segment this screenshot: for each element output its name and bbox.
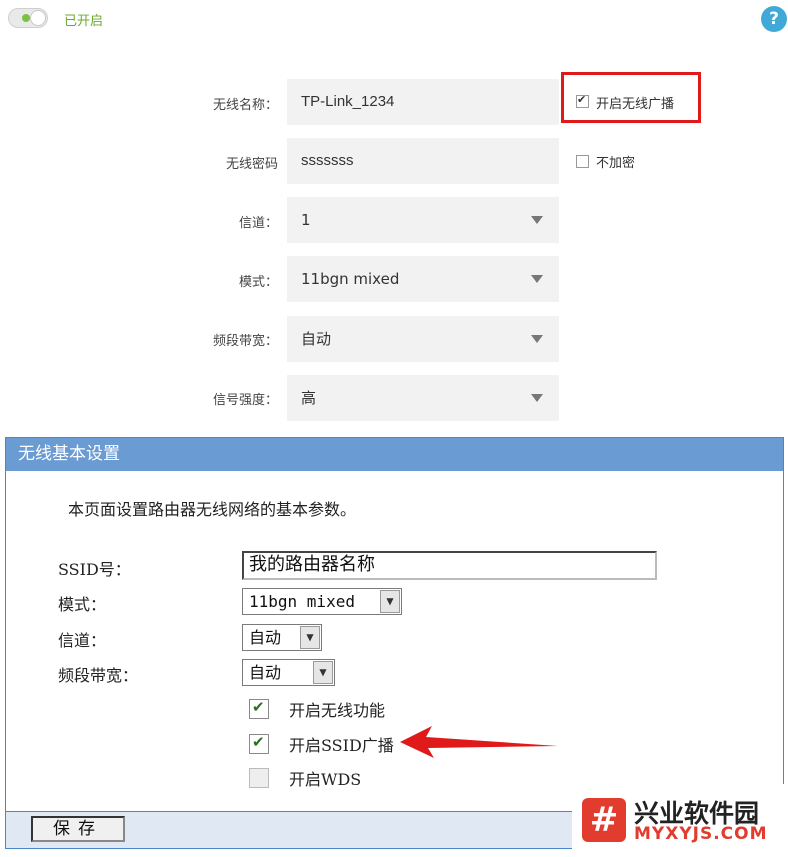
wireless-status-label: 已开启 — [64, 14, 104, 29]
chevron-down-icon — [531, 216, 543, 224]
enable-ssid-broadcast-checkbox[interactable] — [249, 733, 269, 754]
enable-wireless-checkbox[interactable] — [249, 698, 269, 719]
wireless-toggle[interactable] — [8, 8, 48, 28]
toggle-knob — [30, 10, 46, 26]
bandwidth-select-value: 自动 — [249, 663, 282, 682]
password-label: 无线密码 — [225, 157, 278, 172]
ssid-name-input[interactable]: TP-Link_1234 — [287, 79, 559, 125]
chevron-down-icon — [531, 335, 543, 343]
password-input[interactable]: sssssss — [287, 138, 559, 184]
mode-select-value: 11bgn mixed — [249, 592, 355, 611]
bandwidth-select-value: 自动 — [301, 330, 332, 348]
watermark-logo-icon: # — [582, 798, 626, 842]
chevron-down-icon — [531, 394, 543, 402]
channel-label: 信道： — [58, 631, 107, 650]
ssid-input[interactable]: 我的路由器名称 — [242, 551, 657, 580]
mode-select[interactable]: 11bgn mixed ▼ — [242, 588, 402, 615]
enable-ssid-broadcast-label: 开启SSID广播 — [289, 736, 394, 755]
mode-label: 模式： — [238, 275, 278, 290]
ssid-label: SSID号： — [58, 560, 131, 579]
bandwidth-label: 频段带宽： — [212, 334, 278, 349]
bandwidth-select[interactable]: 自动 ▼ — [242, 659, 335, 686]
chevron-down-icon[interactable]: ▼ — [313, 661, 333, 684]
panel-description: 本页面设置路由器无线网络的基本参数。 — [68, 500, 357, 519]
mode-label: 模式： — [58, 595, 107, 614]
broadcast-label: 开启无线广播 — [596, 97, 675, 112]
ssid-name-label: 无线名称： — [212, 98, 278, 113]
no-encrypt-label: 不加密 — [596, 156, 636, 171]
bandwidth-label: 频段带宽： — [58, 666, 139, 685]
channel-select-value: 自动 — [249, 628, 282, 647]
toggle-indicator-dot — [22, 14, 30, 22]
mode-select[interactable]: 11bgn mixed — [287, 256, 559, 302]
enable-wireless-label: 开启无线功能 — [289, 701, 386, 720]
chevron-down-icon — [531, 275, 543, 283]
mode-select-value: 11bgn mixed — [301, 270, 400, 288]
red-arrow-icon — [400, 726, 558, 758]
broadcast-checkbox[interactable] — [576, 93, 589, 108]
watermark-url: MYXYJS.COM — [634, 824, 768, 844]
enable-wds-label: 开启WDS — [289, 770, 362, 789]
channel-select[interactable]: 1 — [287, 197, 559, 243]
signal-strength-select[interactable]: 高 — [287, 375, 559, 421]
no-encrypt-checkbox[interactable] — [576, 155, 589, 168]
signal-strength-select-value: 高 — [301, 389, 317, 407]
help-icon[interactable]: ? — [761, 6, 787, 32]
save-button[interactable]: 保存 — [31, 816, 125, 842]
watermark: # 兴业软件园 MYXYJS.COM — [572, 784, 788, 857]
channel-select-value: 1 — [301, 211, 311, 229]
signal-strength-label: 信号强度： — [212, 393, 278, 408]
chevron-down-icon[interactable]: ▼ — [300, 626, 320, 649]
panel-header: 无线基本设置 — [6, 438, 783, 471]
chevron-down-icon[interactable]: ▼ — [380, 590, 400, 613]
channel-label: 信道： — [238, 216, 278, 231]
enable-wds-checkbox[interactable] — [249, 768, 269, 788]
bandwidth-select[interactable]: 自动 — [287, 316, 559, 362]
channel-select[interactable]: 自动 ▼ — [242, 624, 322, 651]
